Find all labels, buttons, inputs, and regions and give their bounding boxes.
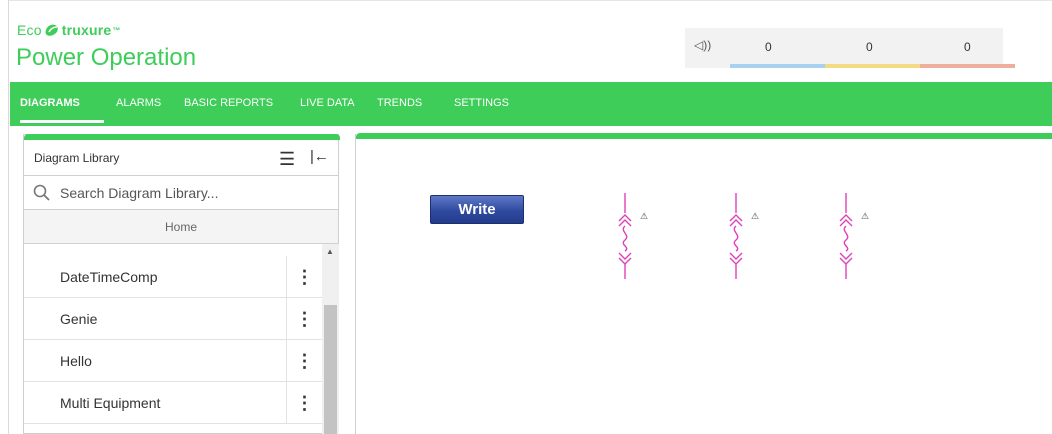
breaker-icon [729, 193, 743, 279]
nav-diagrams[interactable]: DIAGRAMS [20, 97, 80, 109]
diagram-list: DateTimeComp ⋮ Genie ⋮ Hello ⋮ Multi Equ… [24, 256, 322, 434]
search-input[interactable] [60, 183, 320, 203]
alarm-count-high[interactable]: 0 [765, 40, 772, 54]
kebab-menu-icon[interactable]: ⋮ [286, 340, 322, 382]
breaker-symbol[interactable]: ⚠ [613, 191, 653, 281]
nav-alarms[interactable]: ALARMS [116, 97, 161, 109]
list-item[interactable]: Hello ⋮ [24, 340, 322, 382]
write-button[interactable]: Write [430, 195, 524, 224]
warning-icon: ⚠ [861, 211, 870, 221]
window-left-edge [0, 0, 9, 434]
app-title: Power Operation [16, 44, 197, 71]
breaker-symbol[interactable]: ⚠ [724, 191, 764, 281]
main-nav: DIAGRAMS ALARMS BASIC REPORTS LIVE DATA … [10, 82, 1052, 126]
diagram-library-panel: Diagram Library ☰ |← Home DateTimeComp ⋮… [23, 134, 340, 434]
diagram-canvas: Write ⚠ ⚠ ⚠ [355, 133, 1052, 434]
nav-basic-reports[interactable]: BASIC REPORTS [184, 97, 273, 109]
speaker-icon[interactable]: ◁)) [694, 38, 711, 52]
breaker-icon [839, 193, 853, 279]
alarm-bar-high [730, 64, 825, 68]
scroll-thumb[interactable] [324, 305, 337, 434]
list-scrollbar[interactable]: ▲ [322, 244, 339, 434]
breadcrumb-home[interactable]: Home [24, 210, 338, 244]
nav-active-indicator [20, 120, 104, 123]
list-item[interactable]: Multi Equipment ⋮ [24, 382, 322, 424]
hamburger-menu-icon[interactable]: ☰ [279, 149, 295, 170]
ecostruxure-logo: Eco truxure ™ [17, 22, 121, 38]
app-header: Eco truxure ™ Power Operation ◁)) 0 0 0 [10, 8, 1052, 82]
alarm-count-low[interactable]: 0 [964, 40, 971, 54]
kebab-menu-icon[interactable]: ⋮ [286, 382, 322, 424]
list-item-label[interactable]: DateTimeComp [60, 269, 158, 285]
search-icon [33, 184, 50, 201]
alarm-bar-low [920, 64, 1015, 68]
alarm-bar-medium [825, 64, 920, 68]
home-label: Home [164, 220, 197, 234]
window-top-edge [0, 0, 1052, 8]
alarm-count-medium[interactable]: 0 [866, 40, 873, 54]
canvas-accent-bar [356, 133, 1052, 139]
ecostruxure-mark-icon [45, 24, 58, 36]
kebab-menu-icon[interactable]: ⋮ [286, 298, 322, 340]
list-item-label[interactable]: Multi Equipment [60, 395, 160, 411]
nav-live-data[interactable]: LIVE DATA [300, 97, 355, 109]
list-item[interactable]: DateTimeComp ⋮ [24, 256, 322, 298]
list-item-label[interactable]: Genie [60, 311, 97, 327]
diagram-library-title: Diagram Library [34, 151, 120, 165]
alarm-summary-panel[interactable]: ◁)) 0 0 0 [685, 28, 1015, 68]
list-item-label[interactable]: Hello [60, 353, 92, 369]
diagram-search [24, 176, 338, 210]
list-item[interactable]: Genie ⋮ [24, 298, 322, 340]
collapse-panel-icon[interactable]: |← [310, 148, 329, 165]
breaker-icon [618, 193, 632, 279]
kebab-menu-icon[interactable]: ⋮ [286, 256, 322, 298]
nav-settings[interactable]: SETTINGS [454, 97, 509, 109]
diagram-library-header: Diagram Library ☰ |← [24, 140, 338, 176]
nav-trends[interactable]: TRENDS [377, 97, 422, 109]
warning-icon: ⚠ [640, 211, 649, 221]
breaker-symbol[interactable]: ⚠ [834, 191, 874, 281]
scroll-up-arrow-icon[interactable]: ▲ [326, 247, 334, 256]
warning-icon: ⚠ [751, 211, 760, 221]
